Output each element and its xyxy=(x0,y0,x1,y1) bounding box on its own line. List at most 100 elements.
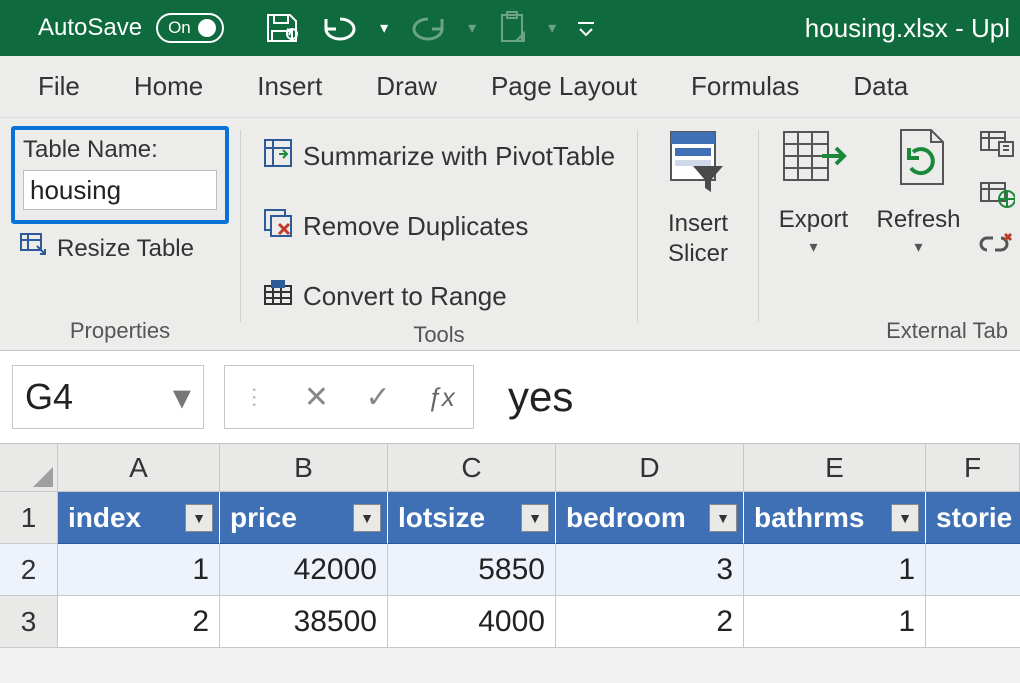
table-column-header[interactable]: storie▼ xyxy=(926,492,1020,544)
cell[interactable]: 38500 xyxy=(220,596,388,648)
qat-customize-icon[interactable] xyxy=(576,18,596,38)
summarize-label: Summarize with PivotTable xyxy=(303,141,615,172)
table-column-header[interactable]: bathrms▼ xyxy=(744,492,926,544)
autosave-group: AutoSave On xyxy=(38,13,224,43)
export-icon xyxy=(778,126,848,199)
convert-range-icon xyxy=(263,278,293,315)
slicer-icon xyxy=(663,126,733,203)
unlink-icon[interactable] xyxy=(979,230,1015,265)
document-title: housing.xlsx - Upl xyxy=(805,13,1010,44)
export-button[interactable]: Export ▾ xyxy=(768,124,858,259)
formula-input[interactable]: yes xyxy=(480,365,1008,429)
formula-bar: G4 ▾ ⋮ ✕ ✓ ƒx yes xyxy=(0,350,1020,444)
cell[interactable]: 3 xyxy=(556,544,744,596)
remove-duplicates-label: Remove Duplicates xyxy=(303,211,528,242)
summarize-pivottable-button[interactable]: Summarize with PivotTable xyxy=(263,130,615,182)
cell[interactable]: 2 xyxy=(58,596,220,648)
ribbon-group-label: External Tab xyxy=(886,318,1008,344)
cell[interactable]: 4000 xyxy=(388,596,556,648)
ribbon-group-label: Tools xyxy=(413,322,464,348)
tab-data[interactable]: Data xyxy=(853,71,908,102)
cell[interactable] xyxy=(926,544,1020,596)
remove-duplicates-button[interactable]: Remove Duplicates xyxy=(263,200,615,252)
external-small-buttons xyxy=(979,124,1015,265)
filter-dropdown-icon[interactable]: ▼ xyxy=(185,504,213,532)
chevron-down-icon[interactable]: ▾ xyxy=(914,237,922,257)
column-header[interactable]: D xyxy=(556,444,744,492)
undo-dropdown-icon[interactable]: ▾ xyxy=(380,18,388,38)
ribbon-group-properties: Table Name: Resize Table Properties xyxy=(0,124,240,350)
column-header[interactable]: E xyxy=(744,444,926,492)
filter-dropdown-icon[interactable]: ▼ xyxy=(709,504,737,532)
table-name-box: Table Name: xyxy=(11,126,229,224)
table-name-input[interactable] xyxy=(23,170,217,210)
pivottable-icon xyxy=(263,138,293,175)
ribbon-group-slicer: Insert Slicer xyxy=(638,124,758,350)
tab-draw[interactable]: Draw xyxy=(376,71,437,102)
save-icon[interactable] xyxy=(264,11,300,45)
redo-icon[interactable] xyxy=(408,13,448,43)
tab-insert[interactable]: Insert xyxy=(257,71,322,102)
properties-icon[interactable] xyxy=(979,128,1015,163)
tab-formulas[interactable]: Formulas xyxy=(691,71,799,102)
refresh-button[interactable]: Refresh ▾ xyxy=(866,124,970,259)
cell[interactable]: 1 xyxy=(58,544,220,596)
resize-table-label: Resize Table xyxy=(57,235,194,263)
table-name-label: Table Name: xyxy=(23,136,217,164)
refresh-icon xyxy=(887,126,951,199)
filter-dropdown-icon[interactable]: ▼ xyxy=(521,504,549,532)
ribbon-group-label xyxy=(695,318,701,344)
convert-range-label: Convert to Range xyxy=(303,281,507,312)
chevron-down-icon[interactable]: ▾ xyxy=(173,376,191,418)
column-header[interactable]: C xyxy=(388,444,556,492)
enter-icon[interactable]: ✓ xyxy=(366,380,391,415)
fx-icon[interactable]: ƒx xyxy=(427,382,454,413)
redo-dropdown-icon[interactable]: ▾ xyxy=(468,18,476,38)
table-column-header[interactable]: price▼ xyxy=(220,492,388,544)
column-header[interactable]: A xyxy=(58,444,220,492)
chevron-down-icon[interactable]: ▾ xyxy=(809,237,817,257)
autosave-toggle[interactable]: On xyxy=(156,13,224,43)
tab-file[interactable]: File xyxy=(38,71,80,102)
table-column-header[interactable]: index▼ xyxy=(58,492,220,544)
autosave-state: On xyxy=(168,18,191,38)
cell[interactable]: 2 xyxy=(556,596,744,648)
row-header[interactable]: 3 xyxy=(0,596,58,648)
row-header[interactable]: 1 xyxy=(0,492,58,544)
drag-handle-icon[interactable]: ⋮ xyxy=(243,384,267,410)
remove-duplicates-icon xyxy=(263,208,293,245)
cell[interactable]: 42000 xyxy=(220,544,388,596)
tab-home[interactable]: Home xyxy=(134,71,203,102)
name-box[interactable]: G4 ▾ xyxy=(12,365,204,429)
table-column-header[interactable]: lotsize▼ xyxy=(388,492,556,544)
filter-dropdown-icon[interactable]: ▼ xyxy=(891,504,919,532)
column-header[interactable]: B xyxy=(220,444,388,492)
refresh-label: Refresh xyxy=(876,205,960,235)
open-in-browser-icon[interactable] xyxy=(979,179,1015,214)
cancel-icon[interactable]: ✕ xyxy=(304,380,329,415)
clipboard-icon[interactable] xyxy=(496,11,528,45)
tab-page-layout[interactable]: Page Layout xyxy=(491,71,637,102)
clipboard-dropdown-icon[interactable]: ▾ xyxy=(548,18,556,38)
column-header[interactable]: F xyxy=(926,444,1020,492)
filter-dropdown-icon[interactable]: ▼ xyxy=(353,504,381,532)
table-column-header[interactable]: bedroom▼ xyxy=(556,492,744,544)
title-bar: AutoSave On ▾ ▾ xyxy=(0,0,1020,56)
undo-icon[interactable] xyxy=(320,13,360,43)
convert-to-range-button[interactable]: Convert to Range xyxy=(263,270,615,322)
table-row: 3 2 38500 4000 2 1 xyxy=(0,596,1020,648)
resize-table-icon xyxy=(19,232,47,265)
insert-slicer-button[interactable]: Insert Slicer xyxy=(653,124,743,271)
resize-table-button[interactable]: Resize Table xyxy=(19,232,194,265)
worksheet-grid[interactable]: A B C D E F 1 index▼ price▼ lotsize▼ bed… xyxy=(0,444,1020,648)
cell[interactable]: 1 xyxy=(744,544,926,596)
ribbon-group-external: Export ▾ Refresh ▾ xyxy=(759,124,1020,350)
cell[interactable]: 5850 xyxy=(388,544,556,596)
select-all-corner[interactable] xyxy=(0,444,58,492)
cell[interactable]: 1 xyxy=(744,596,926,648)
cell[interactable] xyxy=(926,596,1020,648)
slicer-label-2: Slicer xyxy=(668,240,728,267)
column-header-row: A B C D E F xyxy=(0,444,1020,492)
slicer-label-1: Insert xyxy=(668,210,728,237)
row-header[interactable]: 2 xyxy=(0,544,58,596)
